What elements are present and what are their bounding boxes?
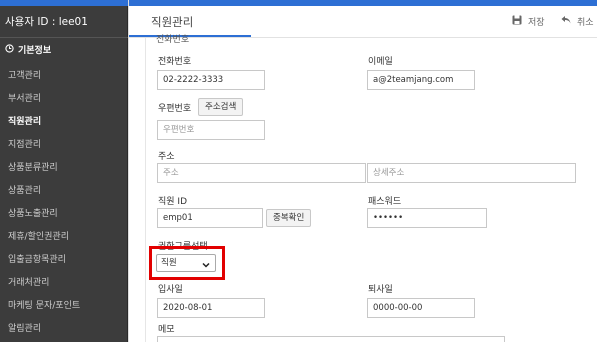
email-label: 이메일 [368,57,393,67]
sidebar-item-departments[interactable]: 부서관리 [8,91,41,104]
address-detail-input[interactable]: 상세주소 [367,163,576,183]
staff-id-label: 직원 ID [158,197,188,207]
sidebar-item-staff[interactable]: 직원관리 [8,114,41,127]
user-id-label: 사용자 ID : lee01 [5,16,88,28]
password-input[interactable]: •••••• [367,208,487,228]
hire-date-label: 입사일 [158,285,183,295]
address-label: 주소 [158,152,175,162]
sidebar-item-deposit-items[interactable]: 입출금항목관리 [8,252,66,265]
hire-date-input[interactable]: 2020-08-01 [157,298,265,318]
sidebar-scrollbar[interactable] [128,0,129,342]
sidebar-item-product-display[interactable]: 상품노출관리 [8,206,58,219]
sidebar-item-vendors[interactable]: 거래처관리 [8,275,49,288]
sidebar-section-basic-info[interactable]: 기본정보 [5,43,51,56]
duplicate-check-button[interactable]: 중복확인 [266,209,312,227]
role-select-value: 직원 [161,258,177,268]
memo-textarea[interactable] [157,336,505,342]
floppy-icon [512,15,522,28]
sidebar-item-product-categories[interactable]: 상품분류관리 [8,160,58,173]
cut-off-label: 전화번호 [156,35,190,45]
password-label: 패스워드 [368,197,402,207]
sidebar-item-customers[interactable]: 고객관리 [8,68,41,81]
memo-label: 메모 [158,325,175,335]
phone-label: 전화번호 [158,57,192,67]
sidebar-section-label: 기본정보 [18,46,52,56]
zip-input[interactable]: 우편번호 [157,120,265,140]
staff-form: 전화번호 전화번호 02-2222-3333 이메일 a@2teamjang.c… [145,35,597,342]
header-top-bar [129,0,597,6]
email-input[interactable]: a@2teamjang.com [367,70,475,90]
clock-icon [5,43,14,56]
sidebar: 사용자 ID : lee01 기본정보 고객관리 부서관리 직원관리 지점관리 … [0,0,128,342]
save-label: 저장 [528,18,545,28]
page-header: 직원관리 저장 취소 [129,0,597,38]
address-input[interactable]: 주소 [157,163,366,183]
sidebar-item-partner-discounts[interactable]: 제휴/할인권관리 [8,229,69,242]
sidebar-divider [0,37,128,38]
address-search-button[interactable]: 주소검색 [198,98,244,116]
sidebar-item-marketing[interactable]: 마케팅 문자/포인트 [8,298,80,311]
staff-id-input[interactable]: emp01 [157,208,263,228]
phone-input[interactable]: 02-2222-3333 [157,70,265,90]
undo-icon [561,15,571,28]
chevron-down-icon [202,259,210,268]
sidebar-item-branches[interactable]: 지점관리 [8,137,41,150]
sidebar-top-bar [0,0,128,6]
sidebar-item-notifications[interactable]: 알림관리 [8,321,41,334]
cancel-label: 취소 [577,18,594,28]
cancel-button[interactable]: 취소 [561,15,594,28]
role-select[interactable]: 직원 [156,254,216,272]
page-title: 직원관리 [151,15,194,29]
sidebar-item-products[interactable]: 상품관리 [8,183,41,196]
save-button[interactable]: 저장 [512,15,545,28]
leave-date-input[interactable]: 0000-00-00 [367,298,475,318]
tab-underline [129,35,251,37]
zip-label: 우편번호 [158,104,192,114]
leave-date-label: 퇴사일 [368,285,393,295]
